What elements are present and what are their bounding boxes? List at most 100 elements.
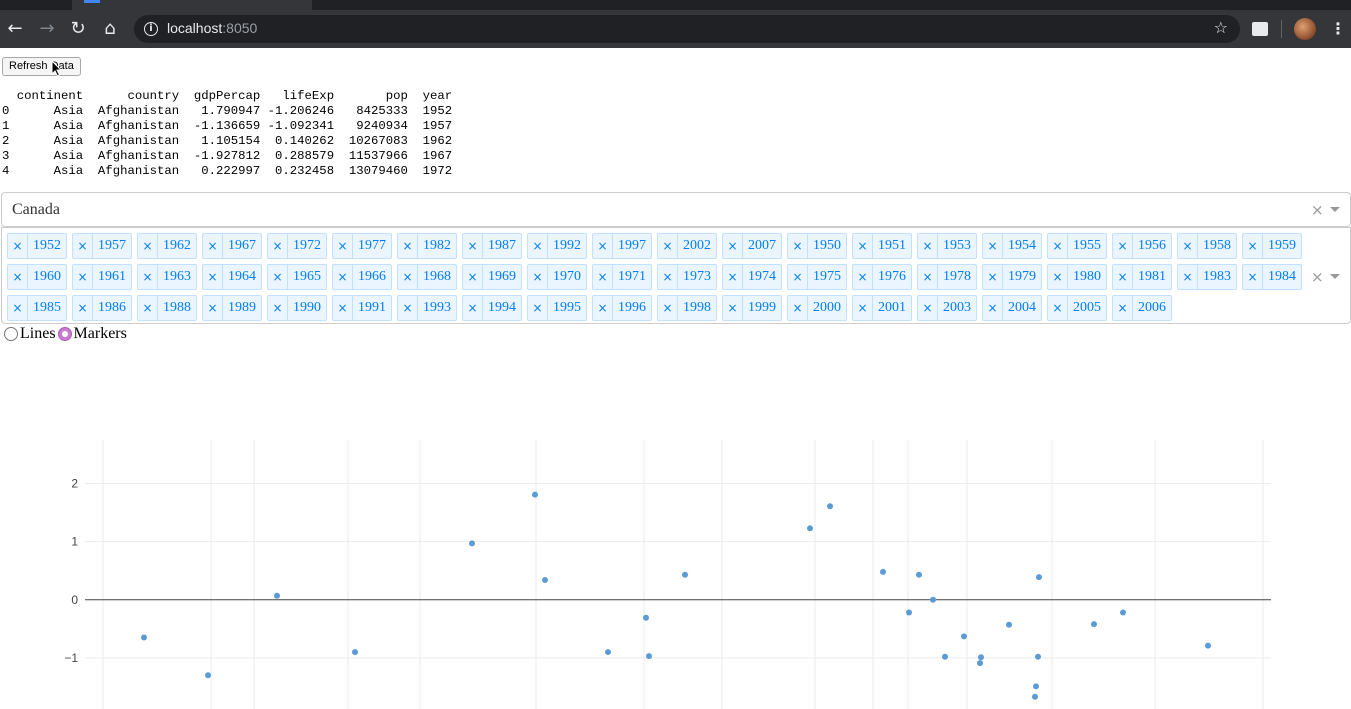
radio-markers[interactable] [57, 327, 72, 341]
scatter-point[interactable] [646, 653, 652, 660]
radio-lines[interactable] [4, 327, 18, 341]
chip-remove-icon[interactable]: × [333, 265, 353, 289]
scatter-point[interactable] [916, 571, 922, 578]
home-icon[interactable]: ⌂ [99, 18, 121, 40]
chip-remove-icon[interactable]: × [528, 296, 548, 320]
scatter-point[interactable] [682, 571, 688, 578]
year-chevron-down-icon[interactable] [1330, 274, 1340, 279]
year-clear-icon[interactable]: × [1311, 269, 1324, 285]
chip-remove-icon[interactable]: × [8, 296, 28, 320]
chip-remove-icon[interactable]: × [918, 234, 938, 258]
chip-remove-icon[interactable]: × [723, 296, 743, 320]
chip-remove-icon[interactable]: × [528, 265, 548, 289]
chip-remove-icon[interactable]: × [1113, 296, 1133, 320]
chip-remove-icon[interactable]: × [593, 234, 613, 258]
scatter-point[interactable] [1036, 574, 1042, 581]
chip-remove-icon[interactable]: × [853, 234, 873, 258]
chip-remove-icon[interactable]: × [1243, 265, 1263, 289]
active-tab[interactable] [72, 0, 312, 10]
chip-remove-icon[interactable]: × [918, 296, 938, 320]
chip-remove-icon[interactable]: × [723, 234, 743, 258]
chip-remove-icon[interactable]: × [73, 234, 93, 258]
chip-remove-icon[interactable]: × [203, 234, 223, 258]
scatter-point[interactable] [469, 540, 475, 547]
chip-remove-icon[interactable]: × [203, 296, 223, 320]
scatter-point[interactable] [352, 649, 358, 656]
scatter-point[interactable] [942, 653, 948, 660]
chip-remove-icon[interactable]: × [463, 234, 483, 258]
scatter-point[interactable] [542, 577, 548, 584]
scatter-point[interactable] [961, 633, 967, 640]
chip-remove-icon[interactable]: × [853, 296, 873, 320]
chip-remove-icon[interactable]: × [333, 234, 353, 258]
scatter-chart[interactable]: 2 1 0 −1 [0, 440, 1351, 709]
country-clear-icon[interactable]: × [1311, 202, 1324, 218]
chip-remove-icon[interactable]: × [918, 265, 938, 289]
chip-remove-icon[interactable]: × [1113, 265, 1133, 289]
chip-remove-icon[interactable]: × [138, 234, 158, 258]
chip-remove-icon[interactable]: × [853, 265, 873, 289]
chip-remove-icon[interactable]: × [138, 296, 158, 320]
chip-remove-icon[interactable]: × [398, 234, 418, 258]
chip-remove-icon[interactable]: × [138, 265, 158, 289]
kebab-menu-icon[interactable]: ⋮ [1330, 18, 1346, 40]
scatter-point[interactable] [532, 491, 538, 498]
chip-remove-icon[interactable]: × [983, 234, 1003, 258]
scatter-point[interactable] [1120, 609, 1126, 616]
chip-remove-icon[interactable]: × [8, 265, 28, 289]
chip-remove-icon[interactable]: × [658, 296, 678, 320]
profile-avatar[interactable] [1294, 18, 1316, 40]
chip-remove-icon[interactable]: × [658, 265, 678, 289]
scatter-point[interactable] [1006, 621, 1012, 628]
extension-icon[interactable] [1252, 22, 1268, 36]
scatter-point[interactable] [1032, 693, 1038, 700]
chip-remove-icon[interactable]: × [1243, 234, 1263, 258]
radio-label-markers[interactable]: Markers [74, 325, 127, 343]
back-arrow-icon[interactable]: ← [4, 18, 26, 40]
scatter-point[interactable] [807, 525, 813, 532]
chip-remove-icon[interactable]: × [593, 265, 613, 289]
chip-remove-icon[interactable]: × [268, 296, 288, 320]
chip-remove-icon[interactable]: × [788, 265, 808, 289]
chip-remove-icon[interactable]: × [723, 265, 743, 289]
scatter-point[interactable] [141, 634, 147, 641]
scatter-point[interactable] [827, 503, 833, 510]
scatter-point[interactable] [978, 654, 984, 661]
chip-remove-icon[interactable]: × [1113, 234, 1133, 258]
chip-remove-icon[interactable]: × [463, 296, 483, 320]
scatter-point[interactable] [1205, 642, 1211, 649]
chip-remove-icon[interactable]: × [203, 265, 223, 289]
scatter-point[interactable] [1035, 653, 1041, 660]
scatter-point[interactable] [205, 672, 211, 679]
scatter-point[interactable] [274, 592, 280, 599]
chip-remove-icon[interactable]: × [73, 296, 93, 320]
chip-remove-icon[interactable]: × [8, 234, 28, 258]
chip-remove-icon[interactable]: × [1178, 265, 1198, 289]
scatter-point[interactable] [930, 596, 936, 603]
chip-remove-icon[interactable]: × [788, 234, 808, 258]
chip-remove-icon[interactable]: × [1178, 234, 1198, 258]
scatter-point[interactable] [906, 609, 912, 616]
chip-remove-icon[interactable]: × [1048, 265, 1068, 289]
scatter-point[interactable] [977, 660, 983, 667]
scatter-point[interactable] [643, 614, 649, 621]
country-dropdown[interactable]: Canada × [1, 192, 1351, 227]
chip-remove-icon[interactable]: × [983, 265, 1003, 289]
scatter-point[interactable] [1033, 683, 1039, 690]
chip-remove-icon[interactable]: × [398, 265, 418, 289]
scatter-point[interactable] [880, 568, 886, 575]
chip-remove-icon[interactable]: × [268, 234, 288, 258]
chip-remove-icon[interactable]: × [983, 296, 1003, 320]
country-chevron-down-icon[interactable] [1330, 207, 1340, 212]
chip-remove-icon[interactable]: × [658, 234, 678, 258]
year-multi-dropdown[interactable]: × 1952 × 1957 × 1962 × 1967 × 1972 × 1977 × 1982 × 1987… [1, 227, 1351, 324]
forward-arrow-icon[interactable]: → [36, 18, 58, 40]
reload-icon[interactable]: ↻ [67, 18, 89, 40]
scatter-point[interactable] [605, 649, 611, 656]
chip-remove-icon[interactable]: × [1048, 296, 1068, 320]
chip-remove-icon[interactable]: × [1048, 234, 1068, 258]
chip-remove-icon[interactable]: × [463, 265, 483, 289]
refresh-data-button[interactable]: Refresh Data [2, 57, 81, 76]
chip-remove-icon[interactable]: × [528, 234, 548, 258]
chip-remove-icon[interactable]: × [73, 265, 93, 289]
